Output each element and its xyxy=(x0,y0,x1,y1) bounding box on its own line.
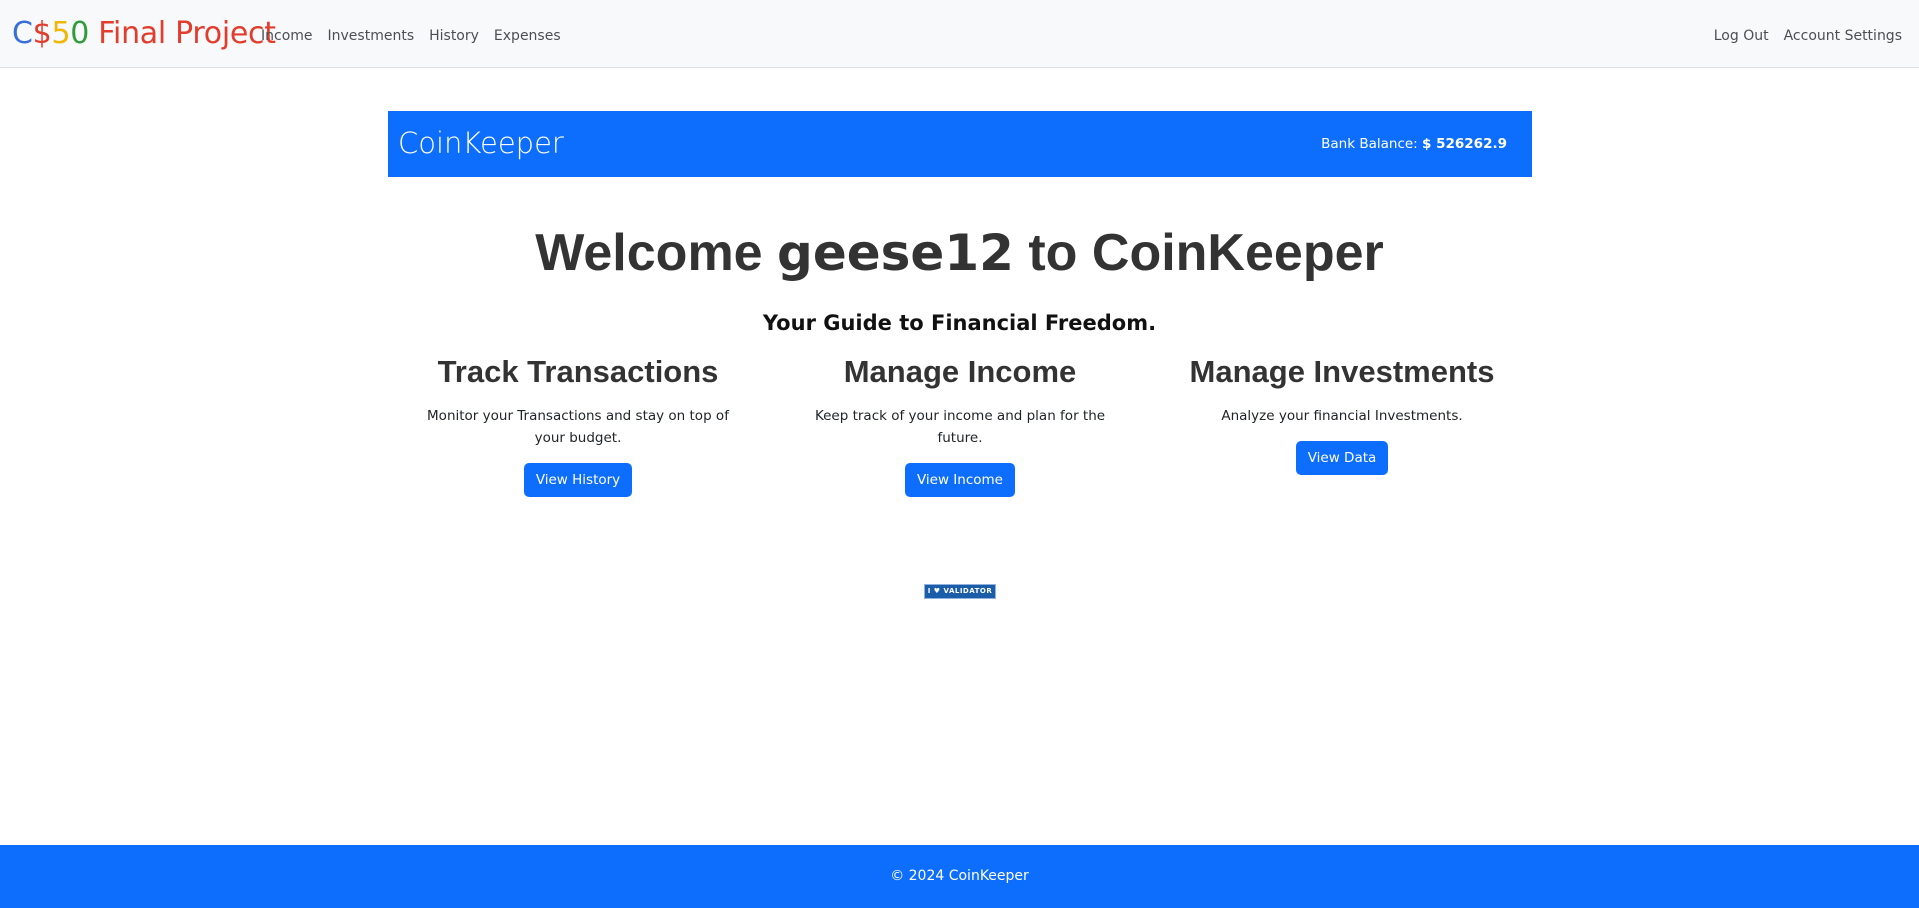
feature-description: Analyze your financial Investments. xyxy=(1221,408,1463,424)
app-title: CoinKeeper xyxy=(398,126,564,160)
brand-part-dollar: $ xyxy=(32,16,52,51)
feature-description: Monitor your Transactions and stay on to… xyxy=(427,408,729,446)
feature-track-transactions: Track Transactions Monitor your Transact… xyxy=(398,352,758,497)
feature-title: Track Transactions xyxy=(437,354,719,389)
nav-link-investments[interactable]: Investments xyxy=(328,26,415,46)
feature-title: Manage Investments xyxy=(1189,354,1495,389)
view-data-button[interactable]: View Data xyxy=(1295,441,1389,475)
tagline: Your Guide to Financial Freedom. xyxy=(762,311,1157,335)
footer-copyright: © 2024 CoinKeeper xyxy=(890,868,1029,884)
nav-link-income[interactable]: Income xyxy=(261,26,313,46)
nav-link-history[interactable]: History xyxy=(429,26,479,46)
validator-badge[interactable]: I ♥ VALIDATOR xyxy=(924,584,996,599)
nav-left-links: Income Investments History Expenses xyxy=(261,26,561,46)
feature-description: Keep track of your income and plan for t… xyxy=(814,408,1106,446)
bank-balance: Bank Balance: $ 526262.9 xyxy=(1321,135,1507,153)
welcome-username: geese12 xyxy=(777,224,1014,282)
nav-link-expenses[interactable]: Expenses xyxy=(494,26,561,46)
brand-part-0: 0 xyxy=(70,16,90,51)
welcome-heading: Welcome geese12 to CoinKeeper xyxy=(0,222,1919,284)
top-navbar: C$50 Final Project Income Investments Hi… xyxy=(0,0,1919,68)
nav-right-links: Log Out Account Settings xyxy=(1714,26,1902,46)
feature-manage-income: Manage Income Keep track of your income … xyxy=(780,352,1140,497)
nav-link-account-settings[interactable]: Account Settings xyxy=(1784,26,1902,46)
feature-title: Manage Income xyxy=(843,354,1077,389)
feature-manage-investments: Manage Investments Analyze your financia… xyxy=(1162,352,1522,475)
welcome-prefix: Welcome xyxy=(535,224,778,282)
welcome-suffix: to CoinKeeper xyxy=(1013,224,1384,282)
page-footer: © 2024 CoinKeeper xyxy=(0,845,1919,908)
brand-part-final-project: Final Project xyxy=(89,16,276,51)
brand-logo[interactable]: C$50 Final Project xyxy=(12,14,276,54)
nav-link-log-out[interactable]: Log Out xyxy=(1714,26,1769,46)
brand-part-5: 5 xyxy=(51,16,71,51)
brand-part-c: C xyxy=(12,16,33,51)
bank-balance-label: Bank Balance: xyxy=(1321,136,1418,152)
view-history-button[interactable]: View History xyxy=(523,463,633,497)
view-income-button[interactable]: View Income xyxy=(904,463,1015,497)
app-header-bar: CoinKeeper Bank Balance: $ 526262.9 xyxy=(388,111,1532,177)
bank-balance-value: $ 526262.9 xyxy=(1422,136,1507,152)
